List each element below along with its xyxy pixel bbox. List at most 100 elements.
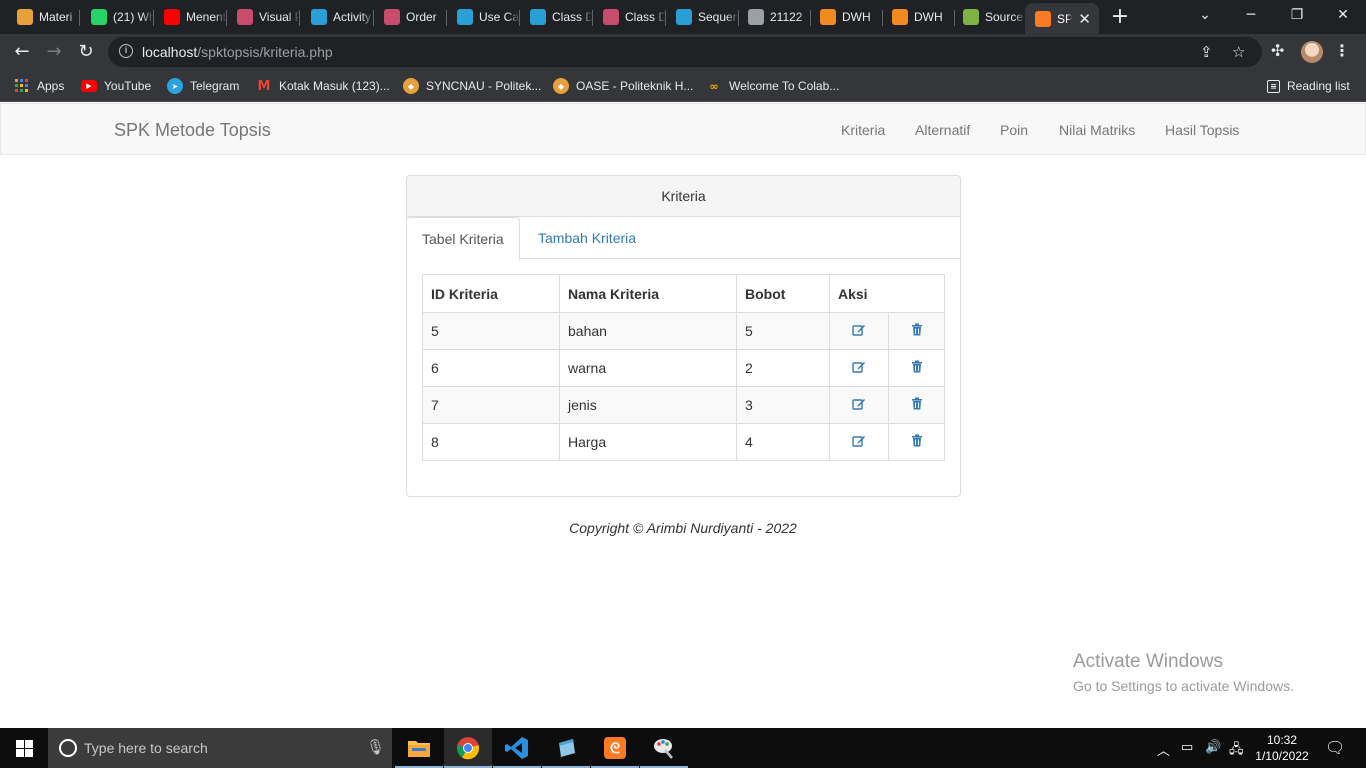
nav-kriteria[interactable]: Kriteria [841,122,885,138]
browser-tab[interactable]: Materi [7,3,80,31]
bookmark-oase[interactable]: ◆ OASE - Politeknik H... [553,76,693,96]
delete-button[interactable] [888,349,945,387]
microphone-icon[interactable]: 🎙 [366,738,385,756]
battery-icon[interactable]: ▭ [1181,740,1193,755]
globe-icon [748,9,764,25]
cell-bobot: 2 [736,349,830,387]
browser-tab[interactable]: Class Diagram [520,3,593,31]
delete-button[interactable] [888,312,945,350]
nav-nilai-matriks[interactable]: Nilai Matriks [1059,122,1135,138]
bookmark-gmail[interactable]: M Kotak Masuk (123)... [256,76,390,96]
browser-tab[interactable]: Class Diagram [593,3,666,31]
xampp-icon[interactable]: ᘓ [591,728,639,768]
top-navbar: SPK Metode Topsis Kriteria Alternatif Po… [0,103,1366,155]
tab-tabel-kriteria[interactable]: Tabel Kriteria [407,217,520,260]
bookmark-apps[interactable]: Apps [14,76,64,96]
reload-button[interactable]: ↻ [72,38,100,66]
browser-tab[interactable]: DWH [810,3,883,31]
source-icon [963,9,979,25]
bookmark-telegram[interactable]: ➤ Telegram [167,76,239,96]
minimize-button[interactable]: ─ [1228,0,1274,32]
xampp-icon [1035,10,1051,27]
bookmark-colab[interactable]: ∞ Welcome To Colab... [706,76,839,96]
vscode-icon[interactable] [493,728,541,768]
bookmark-youtube[interactable]: ▶ YouTube [81,76,151,96]
tab-title: DWH [842,10,871,24]
cell-id: 7 [422,386,560,424]
reading-list-button[interactable]: ≡ Reading list [1267,76,1350,96]
table-row: 6 warna 2 [422,349,945,387]
browser-tab[interactable]: DWH [882,3,955,31]
browser-tab[interactable]: Visual Paradigm [227,3,300,31]
table-row: 5 bahan 5 [422,312,945,350]
edit-button[interactable] [828,386,890,424]
browser-tab[interactable]: SPK ✕ [1025,3,1099,34]
edit-button[interactable] [828,349,890,387]
menu-kebab-icon[interactable]: ⋮ [1334,41,1350,60]
browser-tab[interactable]: Order [374,3,447,31]
bookmark-star-icon[interactable]: ☆ [1232,43,1245,61]
visual-paradigm-icon [237,9,253,25]
edit-button[interactable] [828,423,890,461]
network-icon[interactable]: 🖧 [1229,740,1244,762]
close-tab-icon[interactable]: ✕ [1078,10,1091,28]
extensions-puzzle-icon[interactable]: ✣ [1271,41,1284,60]
tab-title: Order [406,10,437,24]
nav-poin[interactable]: Poin [1000,122,1028,138]
start-button[interactable] [0,728,48,768]
browser-tab[interactable]: (21) WhatsApp [81,3,154,31]
browser-tab[interactable]: Activity [301,3,374,31]
tray-chevron-icon[interactable]: ︿ [1157,740,1170,759]
notepad-icon[interactable] [542,728,590,768]
back-button[interactable]: ← [8,38,36,66]
chrome-icon[interactable] [444,728,492,768]
bookmark-label: Welcome To Colab... [729,79,840,93]
paint-icon[interactable] [640,728,688,768]
browser-tab[interactable]: Use Case [447,3,520,31]
diagram-icon [457,9,473,25]
tab-search-button[interactable]: ⌄ [1182,0,1228,32]
browser-tab[interactable]: Source [953,3,1026,31]
delete-button[interactable] [888,386,945,424]
telegram-icon: ➤ [167,78,183,94]
browser-tab[interactable]: Sequence [666,3,739,31]
nav-hasil-topsis[interactable]: Hasil Topsis [1165,122,1239,138]
bookmarks-bar: Apps ▶ YouTube ➤ Telegram M Kotak Masuk … [0,70,1366,102]
taskbar-clock[interactable]: 10:32 1/10/2022 [1252,732,1312,764]
bookmark-label: YouTube [104,79,152,93]
tab-title: (21) WhatsApp [113,10,154,24]
brand-link[interactable]: SPK Metode Topsis [114,120,271,141]
clock-date: 1/10/2022 [1255,749,1309,763]
tab-tambah-kriteria[interactable]: Tambah Kriteria [523,217,651,259]
profile-avatar[interactable] [1301,41,1323,63]
volume-icon[interactable]: 🔊 [1205,740,1221,755]
nav-alternatif[interactable]: Alternatif [915,122,970,138]
footer-copyright: Copyright © Arimbi Nurdiyanti - 2022 [569,520,797,536]
site-info-icon[interactable]: i [119,44,133,58]
trash-icon [911,323,923,339]
address-bar[interactable]: i localhost/spktopsis/kriteria.php ⇪ ☆ [108,37,1262,67]
whatsapp-icon [91,9,107,25]
tab-title: Visual Paradigm [259,10,300,24]
edit-button[interactable] [828,312,890,350]
cell-nama: jenis [559,386,737,424]
notifications-icon[interactable]: 🗨 [1325,738,1345,757]
browser-tab[interactable]: Menentukan [154,3,227,31]
delete-button[interactable] [888,423,945,461]
panel-title: Kriteria [407,176,960,217]
taskbar-search[interactable]: Type here to search 🎙 [48,728,392,768]
cell-nama: bahan [559,312,737,350]
visual-paradigm-icon [603,9,619,25]
windows-taskbar: Type here to search 🎙 ᘓ ︿ ▭ 🔊 🖧 10:32 1/… [0,728,1366,768]
maximize-button[interactable]: ❐ [1274,0,1320,32]
forward-button[interactable]: → [40,38,68,66]
browser-tab[interactable]: 21122 [738,3,811,31]
page-viewport: SPK Metode Topsis Kriteria Alternatif Po… [0,103,1366,728]
close-window-button[interactable]: ✕ [1320,0,1366,32]
diagram-icon [311,9,327,25]
file-explorer-icon[interactable] [395,728,443,768]
share-icon[interactable]: ⇪ [1200,43,1213,61]
column-header: Nama Kriteria [559,274,737,313]
bookmark-syncnau[interactable]: ◆ SYNCNAU - Politek... [403,76,541,96]
new-tab-button[interactable]: + [1108,5,1132,29]
